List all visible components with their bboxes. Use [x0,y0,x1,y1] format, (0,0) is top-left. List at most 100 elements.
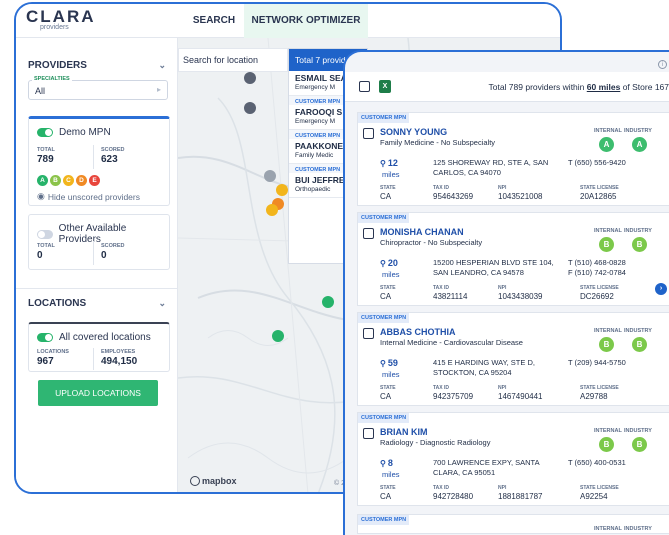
upload-locations-button[interactable]: UPLOAD LOCATIONS [38,380,158,406]
eye-icon: ◉ [37,191,45,201]
npi-value: 1881881787 [498,492,543,501]
total-prefix: Total 789 providers within [488,82,587,92]
distance-value: 20 [387,258,398,268]
internal-grade-badge: B [599,237,614,252]
industry-grade-badge: B [632,437,647,452]
internal-label: INTERNAL [594,328,622,334]
miles-link[interactable]: 60 miles [587,82,621,92]
demo-mpn-toggle[interactable] [37,128,53,137]
state-label: STATE [380,385,396,391]
provider-address: 700 LAWRENCE EXPY, SANTA CLARA, CA 95051 [433,458,540,477]
distance: ⚲ 20 miles [380,258,420,280]
other-providers-label: Other Available Providers [58,223,127,245]
taxid-value: 954643269 [433,192,474,201]
next-arrow-icon[interactable]: › [655,283,667,295]
npi-value: 1043438039 [498,292,543,301]
provider-name[interactable]: SONNY YOUNG [380,127,447,137]
provider-card[interactable]: CUSTOMER MPN MONISHA CHANAN Chiropractor… [357,212,669,306]
taxid-label: TAX ID [433,385,450,391]
internal-label: INTERNAL [594,526,622,532]
chevron-down-icon[interactable]: ⌄ [158,298,166,309]
mapbox-icon [190,476,200,486]
taxid-value: 43821114 [433,292,468,301]
provider-address: 125 SHOREWAY RD, STE A, SAN CARLOS, CA 9… [433,158,549,177]
grade-legend: A B C D E [37,175,102,186]
customer-mpn-tag: CUSTOMER MPN [358,313,410,323]
location-search-input[interactable]: Search for location [178,48,288,72]
scored-value: 0 [101,250,107,261]
license-label: STATE LICENSE [580,485,619,491]
provider-card[interactable]: CUSTOMER MPN SONNY YOUNG Family Medicine… [357,112,669,206]
state-value: CA [380,392,392,401]
provider-card[interactable]: CUSTOMER MPN BRIAN KIM Radiology - Diagn… [357,412,669,506]
provider-name[interactable]: MONISHA CHANAN [380,227,464,237]
internal-grade-badge: A [599,137,614,152]
taxid-value: 942728480 [433,492,474,501]
provider-specialty: Internal Medicine - Cardiovascular Disea… [380,338,523,347]
grade-c-badge[interactable]: C [63,175,74,186]
industry-label: INDUSTRY [624,328,652,334]
covered-locations-toggle[interactable] [37,333,53,342]
clara-logo[interactable]: CLARA providers [26,8,106,32]
internal-label: INTERNAL [594,228,622,234]
specialties-select[interactable]: SPECIALTIES All ▸ [28,76,168,100]
mapbox-logo[interactable]: mapbox [190,476,237,486]
customer-mpn-tag: CUSTOMER MPN [358,413,410,423]
top-navigation: CLARA providers SEARCH NETWORK OPTIMIZER [16,4,560,38]
state-label: STATE [380,185,396,191]
provider-checkbox[interactable] [363,328,374,339]
grade-b-badge[interactable]: B [50,175,61,186]
location-pin-icon: ⚲ [380,259,386,268]
tab-search[interactable]: SEARCH [184,4,244,38]
provider-phone: T (650) 400-0531 [568,458,626,467]
provider-checkbox[interactable] [363,128,374,139]
license-value: A92254 [580,492,608,501]
provider-name[interactable]: BRIAN KIM [380,427,428,437]
other-providers-panel: Other Available Providers TOTAL 0 SCORED… [28,214,170,270]
provider-phone: T (209) 944-5750 [568,358,626,367]
divider [93,145,94,169]
taxid-label: TAX ID [433,185,450,191]
info-icon[interactable]: i [658,60,667,69]
provider-specialty: Chiropractor - No Subspecialty [380,238,483,247]
license-value: 20A12865 [580,192,617,201]
excel-export-icon[interactable]: X [379,80,391,93]
npi-label: NPI [498,485,507,491]
provider-card[interactable]: CUSTOMER MPN INTERNAL INDUSTRY [357,514,669,534]
license-label: STATE LICENSE [580,285,619,291]
provider-checkbox[interactable] [363,228,374,239]
grade-d-badge[interactable]: D [76,175,87,186]
select-all-checkbox[interactable] [359,81,370,92]
provider-address: 15200 HESPERIAN BLVD STE 104, SAN LEANDR… [433,258,554,277]
hide-unscored-link[interactable]: ◉ Hide unscored providers [37,191,140,202]
provider-card[interactable]: CUSTOMER MPN ABBAS CHOTHIA Internal Medi… [357,312,669,406]
license-value: DC26692 [580,292,614,301]
provider-name[interactable]: ABBAS CHOTHIA [380,327,456,337]
industry-label: INDUSTRY [624,428,652,434]
npi-value: 1467490441 [498,392,543,401]
taxid-value: 942375709 [433,392,474,401]
industry-label: INDUSTRY [624,128,652,134]
industry-grade-badge: B [632,337,647,352]
other-providers-toggle[interactable] [37,229,53,239]
demo-mpn-toggle-row: Demo MPN [37,127,111,138]
distance: ⚲ 8 miles [380,458,420,480]
locations-section-header[interactable]: LOCATIONS ⌄ [16,288,178,318]
distance: ⚲ 59 miles [380,358,420,380]
industry-label: INDUSTRY [624,526,652,532]
chevron-down-icon[interactable]: ⌄ [158,60,166,71]
npi-label: NPI [498,385,507,391]
total-value: 0 [37,250,43,261]
provider-phone: T (510) 468-0828 F (510) 742-0784 [568,258,626,278]
location-pin-icon: ⚲ [380,159,386,168]
grade-a-badge[interactable]: A [37,175,48,186]
provider-checkbox[interactable] [363,428,374,439]
state-label: STATE [380,485,396,491]
specialties-label: SPECIALTIES [32,76,72,82]
grade-e-badge[interactable]: E [89,175,100,186]
tab-network-optimizer[interactable]: NETWORK OPTIMIZER [244,4,368,38]
customer-mpn-tag: CUSTOMER MPN [358,113,410,123]
distance-value: 59 [387,358,398,368]
state-value: CA [380,192,392,201]
npi-value: 1043521008 [498,192,543,201]
